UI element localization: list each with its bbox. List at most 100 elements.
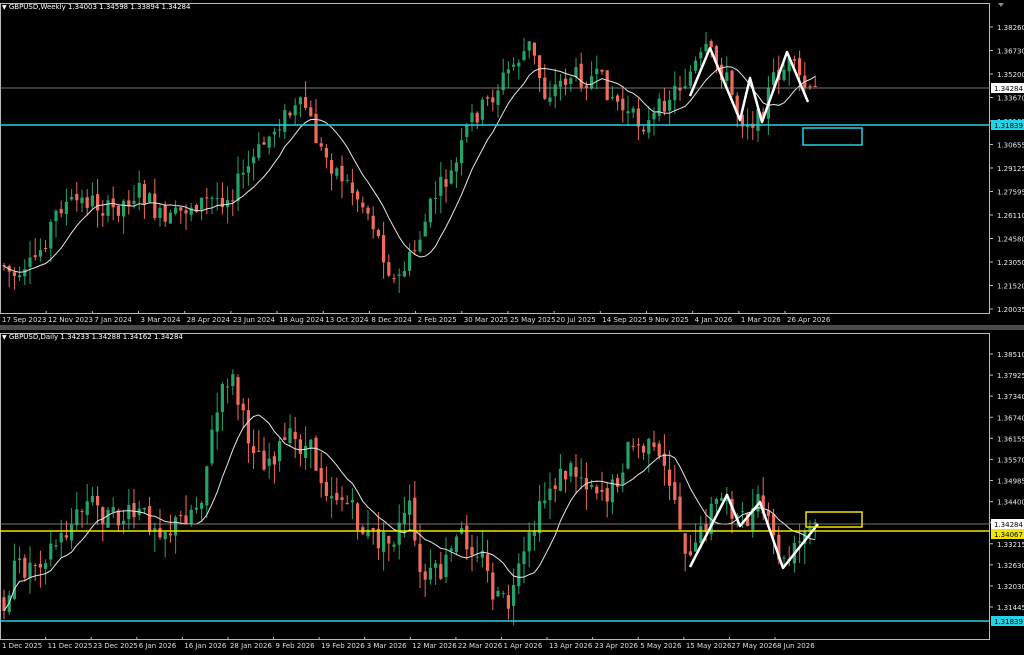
weekly-candle-body — [558, 80, 562, 87]
daily-candle-body — [491, 572, 495, 600]
weekly-candle-body — [371, 215, 375, 230]
daily-candle-body — [122, 520, 126, 524]
daily-candle-body — [673, 482, 677, 500]
weekly-candle-body — [2, 264, 6, 267]
daily-candle-body — [54, 545, 58, 547]
weekly-title-text: GBPUSD,Weekly 1.34003 1.34598 1.33894 1.… — [8, 3, 191, 11]
daily-candle-body — [18, 558, 22, 561]
weekly-candle-body — [662, 100, 666, 112]
daily-candle-body — [579, 477, 583, 479]
daily-candle-body — [387, 535, 391, 544]
weekly-candle-body — [220, 197, 224, 208]
daily-candle-body — [241, 403, 245, 411]
weekly-candle-body — [168, 212, 172, 224]
weekly-candle-body — [392, 278, 396, 280]
daily-candle-body — [642, 445, 646, 453]
daily-chart-pane[interactable]: 1.38510 1.37925 1.37340 1.36740 1.36155 1.355… — [0, 330, 1024, 655]
daily-target-box[interactable] — [805, 511, 863, 528]
weekly-candle-body — [200, 197, 204, 210]
daily-date-label: 3 Mar 2026 — [367, 642, 407, 650]
daily-date-label: 19 Feb 2026 — [321, 642, 365, 650]
collapse-icon[interactable]: ▼ — [2, 334, 7, 341]
daily-candle-body — [538, 501, 542, 534]
daily-candle-body — [522, 551, 526, 565]
daily-chart-canvas[interactable]: 1.38510 1.37925 1.37340 1.36740 1.36155 1.355… — [0, 330, 1024, 655]
daily-date-label: 22 Mar 2026 — [458, 642, 503, 650]
daily-candle-body — [631, 445, 635, 447]
weekly-date-label: 14 Sep 2025 — [602, 316, 646, 324]
weekly-candle-body — [631, 108, 635, 113]
weekly-candle-body — [304, 97, 308, 108]
weekly-candle-body — [449, 170, 453, 184]
weekly-candle-body — [215, 198, 219, 200]
weekly-candle-body — [75, 194, 79, 201]
daily-candle-body — [740, 511, 744, 513]
weekly-candle-body — [387, 262, 391, 276]
weekly-candle-body — [106, 200, 110, 216]
weekly-candle-body — [792, 59, 796, 61]
weekly-candle-body — [319, 143, 323, 147]
weekly-candle-body — [340, 165, 344, 182]
weekly-date-axis: 17 Sep 2023 12 Nov 2023 7 Jan 2024 3 Mar 20… — [0, 311, 831, 324]
daily-candle-body — [647, 438, 651, 455]
weekly-price-label: 1.24580 — [997, 236, 1024, 244]
weekly-candle-body — [153, 193, 157, 218]
weekly-candle-body — [428, 198, 432, 223]
weekly-candle-body — [12, 272, 16, 277]
weekly-price-label: 1.20035 — [997, 306, 1024, 314]
weekly-date-label: 28 Apr 2024 — [187, 316, 231, 324]
weekly-candle-body — [111, 198, 115, 208]
daily-candle-body — [288, 428, 292, 444]
weekly-candle-body — [236, 173, 240, 202]
daily-candle-body — [148, 506, 152, 532]
daily-candle-body — [423, 571, 427, 580]
collapse-icon[interactable]: ▼ — [2, 4, 7, 11]
weekly-candle-body — [590, 76, 594, 89]
daily-candle-body — [714, 498, 718, 504]
weekly-candle-body — [361, 202, 365, 208]
weekly-candle-body — [538, 55, 542, 79]
weekly-date-label: 12 Nov 2023 — [48, 316, 93, 324]
weekly-candle-body — [605, 70, 609, 101]
weekly-candle-body — [553, 84, 557, 97]
weekly-candle-body — [122, 200, 126, 217]
weekly-target-box[interactable] — [802, 127, 863, 146]
daily-price-label: 1.37340 — [997, 393, 1024, 401]
weekly-candle-body — [699, 52, 703, 59]
daily-candle-body — [80, 510, 84, 512]
daily-candle-body — [402, 512, 406, 524]
daily-candle-body — [595, 486, 599, 494]
weekly-candle-body — [668, 99, 672, 111]
weekly-candle-body — [179, 207, 183, 211]
daily-price-label: 1.38510 — [997, 351, 1024, 359]
daily-price-axis: 1.38510 1.37925 1.37340 1.36740 1.36155 1.355… — [990, 351, 1024, 612]
daily-candle-body — [142, 507, 146, 510]
daily-candle-body — [486, 554, 490, 571]
weekly-pattern-drawing[interactable] — [688, 46, 810, 124]
daily-candle-body — [605, 488, 609, 502]
weekly-candle-body — [642, 129, 646, 132]
weekly-candle-body — [267, 136, 271, 148]
weekly-candle-body — [584, 85, 588, 88]
weekly-candle-body — [579, 63, 583, 88]
daily-candle-body — [267, 458, 271, 466]
daily-candle-body — [111, 507, 115, 512]
weekly-candle-body — [278, 129, 282, 131]
daily-candle-body — [96, 495, 100, 506]
daily-candle-body — [678, 496, 682, 530]
weekly-candle-body — [101, 213, 105, 216]
weekly-chart-pane[interactable]: 1.382601.367301.352001.336701.321851.306… — [0, 0, 1024, 325]
weekly-candle-body — [506, 69, 510, 74]
weekly-candle-body — [402, 271, 406, 277]
daily-candle-body — [330, 496, 334, 499]
daily-candle-body — [501, 593, 505, 595]
weekly-chart-canvas[interactable]: 1.382601.367301.352001.336701.321851.306… — [0, 0, 1024, 325]
daily-candle-body — [506, 595, 510, 609]
daily-date-label: 6 Jan 2026 — [139, 642, 177, 650]
weekly-candle-body — [272, 131, 276, 135]
weekly-candle-body — [70, 196, 74, 200]
daily-candle-body — [59, 533, 63, 543]
daily-price-label: 1.34985 — [997, 478, 1024, 486]
daily-date-label: 12 Mar 2026 — [412, 642, 457, 650]
weekly-candle-body — [262, 142, 266, 145]
